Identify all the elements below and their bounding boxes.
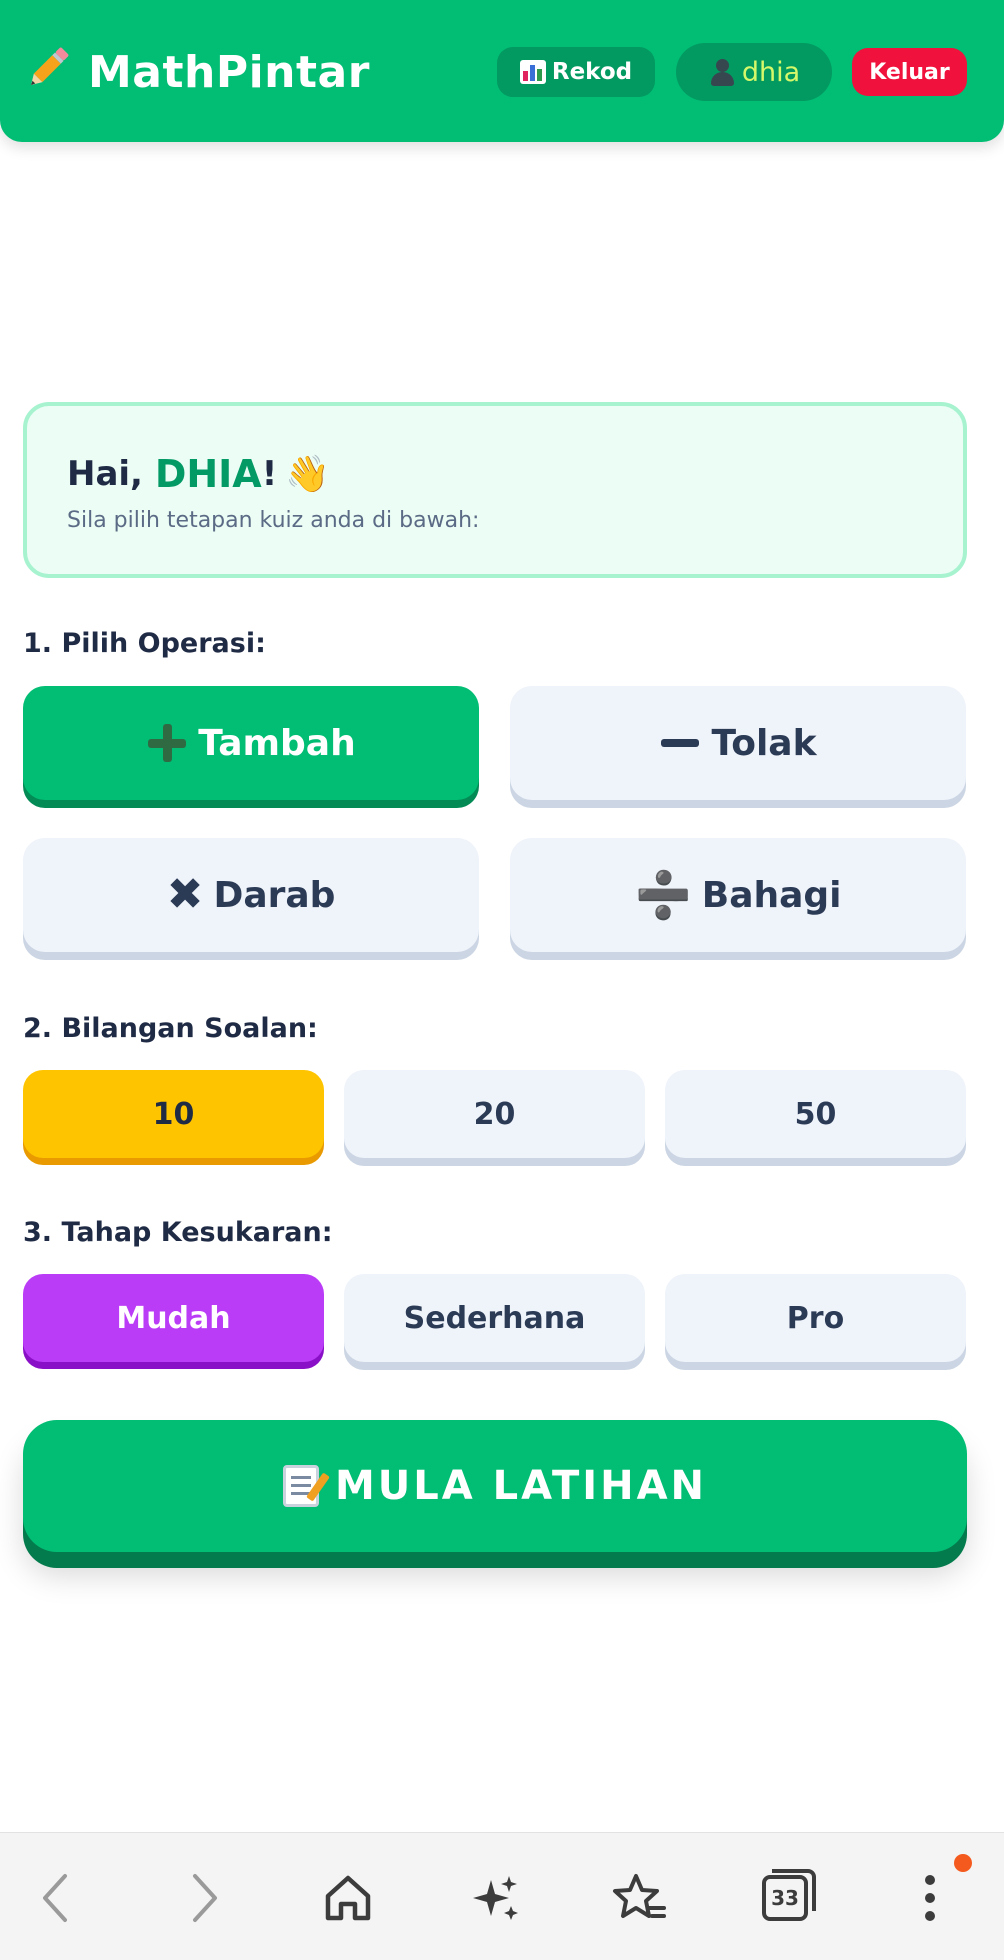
user-badge[interactable]: dhia <box>676 43 832 101</box>
questions-50-button[interactable]: 50 <box>665 1070 966 1158</box>
star-list-icon <box>613 1874 666 1918</box>
app-logo[interactable]: MathPintar <box>22 42 370 102</box>
divide-icon: ➗ <box>634 868 692 922</box>
menu-button[interactable] <box>895 1863 965 1933</box>
questions-20-button[interactable]: 20 <box>344 1070 645 1158</box>
logout-button[interactable]: Keluar <box>852 48 967 96</box>
multiply-icon: ✖ <box>166 869 204 920</box>
pencil-icon <box>22 42 74 102</box>
rekod-label: Rekod <box>551 59 633 85</box>
start-practice-label: MULA LATIHAN <box>334 1463 708 1509</box>
difficulty-pro-button[interactable]: Pro <box>665 1274 966 1362</box>
bar-chart-icon <box>519 60 546 84</box>
operation-tolak-button[interactable]: Tolak <box>510 686 966 800</box>
home-button[interactable] <box>313 1863 383 1933</box>
questions-10-button[interactable]: 10 <box>23 1070 324 1158</box>
greeting-subtitle: Sila pilih tetapan kuiz anda di bawah: <box>67 508 480 533</box>
tab-count: 33 <box>762 1869 816 1921</box>
chevron-left-icon <box>43 1874 67 1922</box>
difficulty-mudah-button[interactable]: Mudah <box>23 1274 324 1362</box>
start-practice-button[interactable]: MULA LATIHAN <box>23 1420 967 1552</box>
waving-hand-icon: 👋 <box>285 454 331 495</box>
browser-toolbar: 33 <box>0 1832 1004 1960</box>
operation-tambah-label: Tambah <box>198 722 356 764</box>
greeting-exclaim: ! <box>261 454 278 494</box>
user-icon <box>708 57 736 87</box>
back-button[interactable] <box>20 1863 90 1933</box>
plus-icon <box>146 722 188 764</box>
operation-darab-label: Darab <box>213 874 336 916</box>
sparkles-icon <box>473 1876 518 1920</box>
user-name: dhia <box>741 56 801 88</box>
difficulty-label: 3. Tahap Kesukaran: <box>23 1217 333 1248</box>
memo-icon <box>282 1465 319 1507</box>
more-vertical-icon <box>925 1875 935 1921</box>
operation-tolak-label: Tolak <box>711 722 817 764</box>
tabs-button[interactable]: 33 <box>750 1863 820 1933</box>
notification-dot <box>954 1854 972 1872</box>
operation-label: 1. Pilih Operasi: <box>23 628 266 659</box>
minus-icon <box>659 722 701 764</box>
assistant-button[interactable] <box>460 1863 530 1933</box>
questions-label: 2. Bilangan Soalan: <box>23 1013 318 1044</box>
greeting-hello: Hai, <box>67 454 155 494</box>
app-header: MathPintar Rekod dhia Keluar <box>0 0 1004 142</box>
operation-darab-button[interactable]: ✖ Darab <box>23 838 479 952</box>
chevron-right-icon <box>193 1874 217 1922</box>
home-icon <box>325 1875 371 1921</box>
rekod-button[interactable]: Rekod <box>497 47 655 97</box>
forward-button[interactable] <box>170 1863 240 1933</box>
operation-bahagi-button[interactable]: ➗ Bahagi <box>510 838 966 952</box>
operation-bahagi-label: Bahagi <box>701 874 842 916</box>
greeting-title: Hai, DHIA ! 👋 <box>67 452 330 496</box>
operation-tambah-button[interactable]: Tambah <box>23 686 479 800</box>
app-name: MathPintar <box>88 46 370 98</box>
quiz-setup-page: MathPintar Rekod dhia Keluar Hai, DHIA !… <box>0 0 1004 1960</box>
difficulty-sederhana-button[interactable]: Sederhana <box>344 1274 645 1362</box>
greeting-card: Hai, DHIA ! 👋 Sila pilih tetapan kuiz an… <box>23 402 967 578</box>
greeting-user-name: DHIA <box>154 452 262 496</box>
bookmarks-button[interactable] <box>605 1863 675 1933</box>
